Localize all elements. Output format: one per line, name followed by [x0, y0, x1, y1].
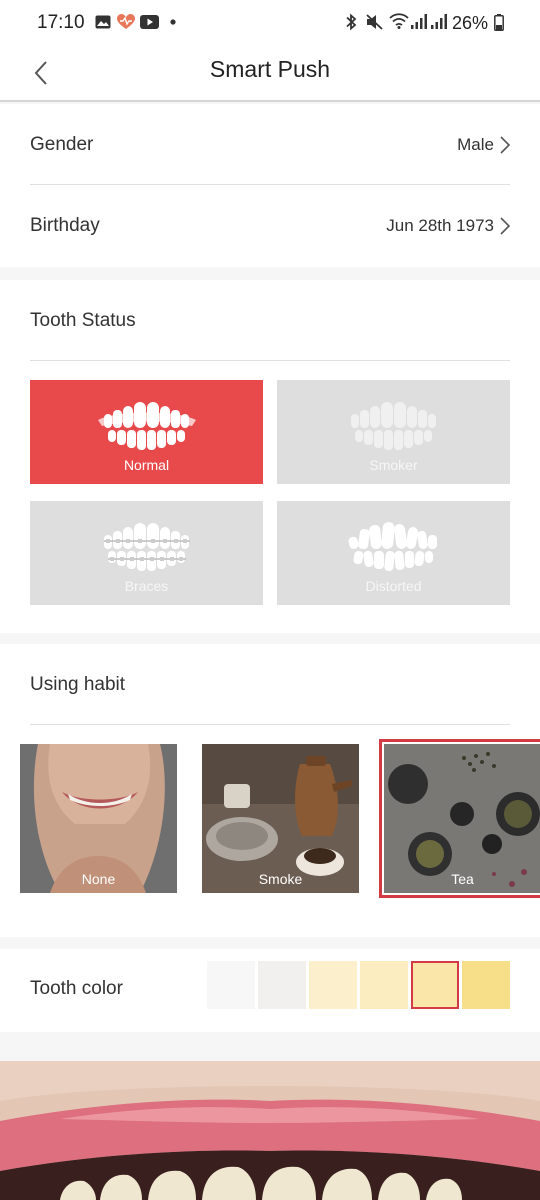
gender-row[interactable]: Gender Male — [30, 104, 510, 186]
tooth-color-swatch-2[interactable] — [258, 961, 306, 1009]
page-title: Smart Push — [209, 56, 331, 82]
gender-label: Gender — [30, 134, 94, 155]
tooth-status-braces[interactable]: Braces — [30, 501, 263, 605]
tooth-status-title: Tooth Status — [30, 310, 136, 331]
divider — [30, 724, 510, 725]
teeth-distorted-icon — [348, 522, 437, 572]
gallery-icon — [95, 15, 111, 29]
tooth-status-label: Distorted — [365, 578, 422, 594]
tooth-color-swatch-4[interactable] — [360, 961, 408, 1009]
tooth-color-swatch-1[interactable] — [207, 961, 255, 1009]
dot-icon — [170, 19, 176, 25]
gender-value: Male — [457, 135, 494, 154]
smart-push-screen: 17:10 26% Smart Push Gender Male Birthda… — [0, 0, 540, 1200]
teeth-normal-icon — [98, 402, 196, 450]
tooth-color-swatch-5[interactable] — [411, 961, 459, 1009]
teeth-smoker-icon — [351, 402, 436, 450]
habit-label: None — [81, 871, 116, 887]
chevron-right-icon — [500, 136, 510, 154]
tooth-status-smoker[interactable]: Smoker — [277, 380, 510, 484]
birthday-row[interactable]: Birthday Jun 28th 1973 — [30, 185, 510, 267]
battery-icon — [494, 14, 504, 31]
tooth-status-card: Tooth Status Normal Smoker Braces Distor… — [0, 280, 540, 633]
status-bar: 17:10 26% — [0, 0, 540, 46]
youtube-icon — [140, 15, 159, 29]
tooth-status-label: Smoker — [369, 457, 418, 473]
using-habit-title: Using habit — [30, 674, 126, 695]
tooth-color-swatch-3[interactable] — [309, 961, 357, 1009]
profile-card: Gender Male Birthday Jun 28th 1973 — [0, 104, 540, 267]
chevron-right-icon — [500, 217, 510, 235]
tooth-status-distorted[interactable]: Distorted — [277, 501, 510, 605]
tooth-color-title: Tooth color — [30, 978, 123, 999]
tooth-status-label: Normal — [123, 457, 170, 473]
habit-smoke[interactable]: Smoke — [202, 744, 359, 893]
bluetooth-icon — [346, 13, 357, 31]
status-time: 17:10 — [37, 12, 85, 33]
signal-icon — [431, 14, 447, 29]
wifi-icon — [389, 13, 409, 29]
habit-none[interactable]: None — [20, 744, 177, 893]
signal-icon — [411, 14, 427, 29]
mute-icon — [366, 14, 383, 30]
divider — [30, 360, 510, 361]
teeth-preview-image — [0, 1061, 540, 1200]
teeth-braces-icon — [104, 523, 190, 571]
birthday-value: Jun 28th 1973 — [386, 216, 494, 235]
battery-percent: 26% — [452, 13, 489, 33]
tooth-color-swatch-6[interactable] — [462, 961, 510, 1009]
tooth-status-label: Braces — [124, 578, 169, 594]
habit-label: Tea — [451, 871, 474, 887]
header: Smart Push — [0, 46, 540, 102]
habit-label: Smoke — [258, 871, 303, 887]
health-icon — [117, 14, 135, 29]
tooth-status-normal[interactable]: Normal — [30, 380, 263, 484]
habit-tea[interactable]: Tea — [379, 739, 540, 898]
birthday-label: Birthday — [30, 215, 100, 236]
